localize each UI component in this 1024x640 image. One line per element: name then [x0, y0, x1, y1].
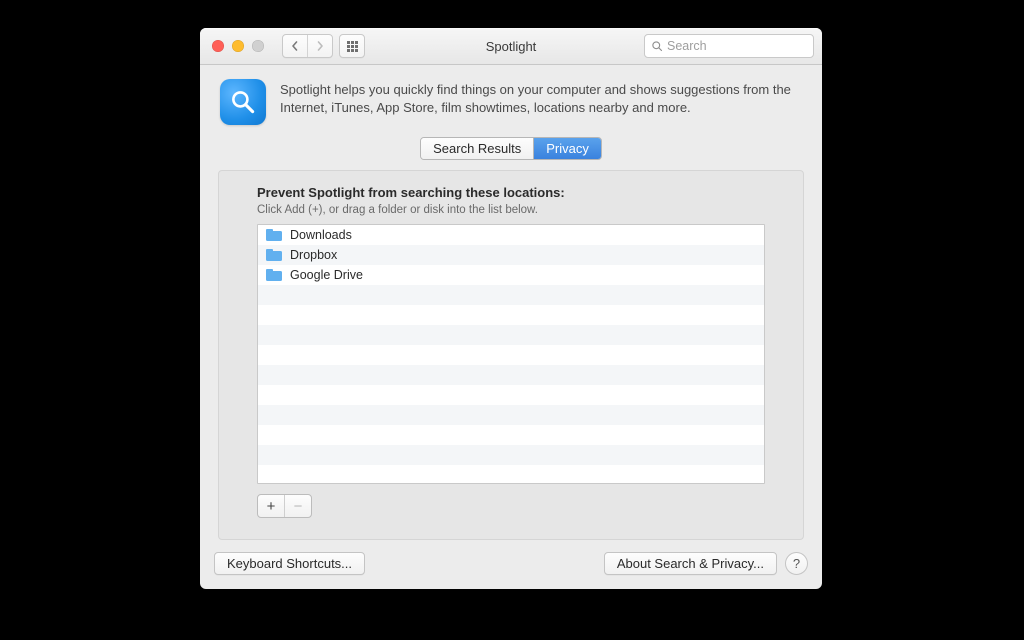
toolbar-nav	[282, 34, 365, 58]
remove-button[interactable]: −	[284, 495, 311, 517]
forward-button[interactable]	[307, 35, 332, 57]
list-item-label: Google Drive	[290, 268, 363, 282]
about-search-privacy-button[interactable]: About Search & Privacy...	[604, 552, 777, 575]
footer: Keyboard Shortcuts... About Search & Pri…	[200, 540, 822, 589]
excluded-locations-list[interactable]: Downloads Dropbox Google Drive..........	[257, 224, 765, 484]
search-input[interactable]	[667, 39, 822, 53]
magnifier-icon	[229, 88, 257, 116]
minimize-window-button[interactable]	[232, 40, 244, 52]
list-item: .	[258, 405, 764, 425]
search-field[interactable]	[644, 34, 814, 58]
help-button[interactable]: ?	[785, 552, 808, 575]
tab-bar: Search Results Privacy	[200, 137, 822, 160]
chevron-left-icon	[290, 41, 300, 51]
list-item[interactable]: Dropbox	[258, 245, 764, 265]
list-item-label: Dropbox	[290, 248, 337, 262]
list-item: .	[258, 325, 764, 345]
back-button[interactable]	[283, 35, 307, 57]
tab-search-results[interactable]: Search Results	[421, 138, 533, 159]
titlebar: Spotlight	[200, 28, 822, 65]
privacy-panel: Prevent Spotlight from searching these l…	[218, 170, 804, 540]
list-item: .	[258, 365, 764, 385]
list-item: .	[258, 385, 764, 405]
chevron-right-icon	[315, 41, 325, 51]
keyboard-shortcuts-button[interactable]: Keyboard Shortcuts...	[214, 552, 365, 575]
pane-description: Spotlight helps you quickly find things …	[280, 81, 800, 116]
window-controls	[212, 40, 264, 52]
list-item: .	[258, 285, 764, 305]
list-item: .	[258, 305, 764, 325]
add-button[interactable]: +	[258, 495, 284, 517]
search-icon	[651, 40, 663, 52]
list-item: .	[258, 345, 764, 365]
list-edit-controls: + −	[257, 494, 765, 518]
panel-heading: Prevent Spotlight from searching these l…	[257, 185, 765, 200]
show-all-button[interactable]	[340, 35, 364, 57]
list-item[interactable]: Downloads	[258, 225, 764, 245]
list-item[interactable]: Google Drive	[258, 265, 764, 285]
zoom-window-button[interactable]	[252, 40, 264, 52]
list-item: .	[258, 445, 764, 465]
list-item: .	[258, 425, 764, 445]
folder-icon	[266, 229, 282, 241]
panel-hint: Click Add (+), or drag a folder or disk …	[257, 204, 765, 216]
tab-privacy[interactable]: Privacy	[533, 138, 601, 159]
close-window-button[interactable]	[212, 40, 224, 52]
grid-icon	[347, 41, 358, 52]
spotlight-app-icon	[220, 79, 266, 125]
list-item-label: Downloads	[290, 228, 352, 242]
folder-icon	[266, 249, 282, 261]
pane-header: Spotlight helps you quickly find things …	[200, 65, 822, 135]
folder-icon	[266, 269, 282, 281]
list-item: .	[258, 465, 764, 484]
preferences-window: Spotlight Spotlight helps you quickly fi…	[200, 28, 822, 589]
